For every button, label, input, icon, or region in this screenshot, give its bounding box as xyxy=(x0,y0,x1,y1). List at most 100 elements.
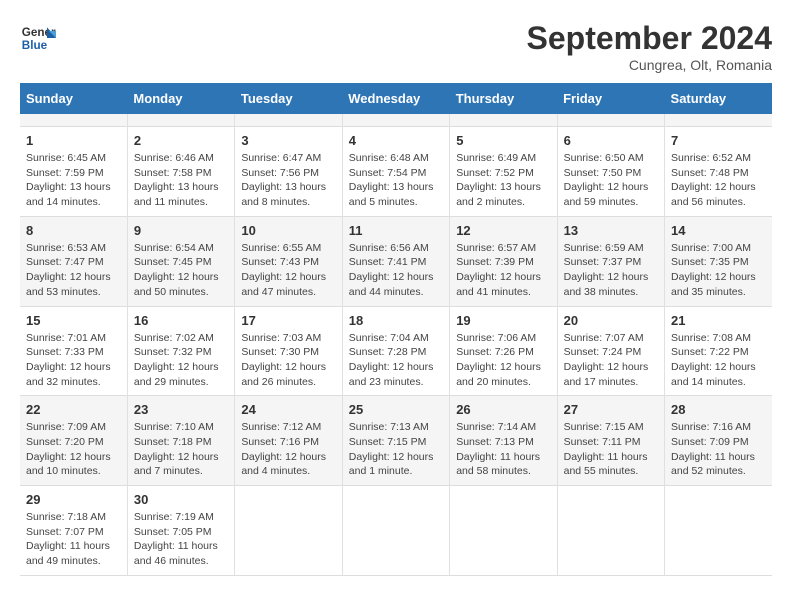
calendar-day-12: 12 Sunrise: 6:57 AM Sunset: 7:39 PM Dayli… xyxy=(450,216,557,306)
calendar-day-24: 24 Sunrise: 7:12 AM Sunset: 7:16 PM Dayli… xyxy=(235,396,342,486)
calendar-day-13: 13 Sunrise: 6:59 AM Sunset: 7:37 PM Dayli… xyxy=(557,216,664,306)
empty-day-cell xyxy=(450,486,557,576)
calendar-week-row: 1Sunrise: 6:45 AM Sunset: 7:59 PM Daylig… xyxy=(20,127,772,217)
calendar-week-row: 15Sunrise: 7:01 AM Sunset: 7:33 PM Dayli… xyxy=(20,306,772,396)
calendar-week-row: 29 Sunrise: 7:18 AM Sunset: 7:07 PM Dayli… xyxy=(20,486,772,576)
day-number: 23 xyxy=(134,402,228,417)
day-number: 4 xyxy=(349,133,443,148)
empty-day-cell xyxy=(557,114,664,127)
day-info: Sunrise: 7:15 AM Sunset: 7:11 PM Dayligh… xyxy=(564,420,658,479)
calendar-day-11: 11Sunrise: 6:56 AM Sunset: 7:41 PM Dayli… xyxy=(342,216,449,306)
empty-day-cell xyxy=(557,486,664,576)
title-section: September 2024 Cungrea, Olt, Romania xyxy=(527,20,772,73)
day-info: Sunrise: 7:03 AM Sunset: 7:30 PM Dayligh… xyxy=(241,331,335,390)
calendar-day-10: 10 Sunrise: 6:55 AM Sunset: 7:43 PM Dayli… xyxy=(235,216,342,306)
day-number: 13 xyxy=(564,223,658,238)
day-number: 17 xyxy=(241,313,335,328)
day-info: Sunrise: 6:46 AM Sunset: 7:58 PM Dayligh… xyxy=(134,151,228,210)
day-info: Sunrise: 7:10 AM Sunset: 7:18 PM Dayligh… xyxy=(134,420,228,479)
day-number: 15 xyxy=(26,313,121,328)
day-info: Sunrise: 7:14 AM Sunset: 7:13 PM Dayligh… xyxy=(456,420,550,479)
day-info: Sunrise: 6:54 AM Sunset: 7:45 PM Dayligh… xyxy=(134,241,228,300)
calendar-day-21: 21 Sunrise: 7:08 AM Sunset: 7:22 PM Dayli… xyxy=(665,306,772,396)
day-number: 26 xyxy=(456,402,550,417)
calendar-day-26: 26 Sunrise: 7:14 AM Sunset: 7:13 PM Dayli… xyxy=(450,396,557,486)
calendar-day-27: 27 Sunrise: 7:15 AM Sunset: 7:11 PM Dayli… xyxy=(557,396,664,486)
calendar-day-8: 8Sunrise: 6:53 AM Sunset: 7:47 PM Daylig… xyxy=(20,216,127,306)
calendar-day-25: 25Sunrise: 7:13 AM Sunset: 7:15 PM Dayli… xyxy=(342,396,449,486)
empty-day-cell xyxy=(665,486,772,576)
calendar-day-23: 23 Sunrise: 7:10 AM Sunset: 7:18 PM Dayli… xyxy=(127,396,234,486)
location: Cungrea, Olt, Romania xyxy=(527,57,772,73)
calendar-week-row: 22 Sunrise: 7:09 AM Sunset: 7:20 PM Dayli… xyxy=(20,396,772,486)
day-info: Sunrise: 7:04 AM Sunset: 7:28 PM Dayligh… xyxy=(349,331,443,390)
day-number: 20 xyxy=(564,313,658,328)
day-number: 24 xyxy=(241,402,335,417)
day-number: 22 xyxy=(26,402,121,417)
weekday-header-sunday: Sunday xyxy=(20,83,127,114)
calendar-day-7: 7 Sunrise: 6:52 AM Sunset: 7:48 PM Daylig… xyxy=(665,127,772,217)
calendar-day-4: 4 Sunrise: 6:48 AM Sunset: 7:54 PM Daylig… xyxy=(342,127,449,217)
day-info: Sunrise: 6:59 AM Sunset: 7:37 PM Dayligh… xyxy=(564,241,658,300)
day-number: 7 xyxy=(671,133,766,148)
empty-day-cell xyxy=(20,114,127,127)
day-number: 6 xyxy=(564,133,658,148)
day-number: 16 xyxy=(134,313,228,328)
calendar-day-1: 1Sunrise: 6:45 AM Sunset: 7:59 PM Daylig… xyxy=(20,127,127,217)
day-number: 5 xyxy=(456,133,550,148)
empty-day-cell xyxy=(450,114,557,127)
day-info: Sunrise: 7:12 AM Sunset: 7:16 PM Dayligh… xyxy=(241,420,335,479)
logo-icon: General Blue xyxy=(20,20,56,56)
weekday-header-thursday: Thursday xyxy=(450,83,557,114)
calendar-day-2: 2Sunrise: 6:46 AM Sunset: 7:58 PM Daylig… xyxy=(127,127,234,217)
calendar-day-19: 19Sunrise: 7:06 AM Sunset: 7:26 PM Dayli… xyxy=(450,306,557,396)
day-info: Sunrise: 6:53 AM Sunset: 7:47 PM Dayligh… xyxy=(26,241,121,300)
day-info: Sunrise: 7:08 AM Sunset: 7:22 PM Dayligh… xyxy=(671,331,766,390)
day-info: Sunrise: 7:16 AM Sunset: 7:09 PM Dayligh… xyxy=(671,420,766,479)
day-info: Sunrise: 6:57 AM Sunset: 7:39 PM Dayligh… xyxy=(456,241,550,300)
day-number: 1 xyxy=(26,133,121,148)
calendar-week-row: 8Sunrise: 6:53 AM Sunset: 7:47 PM Daylig… xyxy=(20,216,772,306)
day-number: 28 xyxy=(671,402,766,417)
calendar-day-5: 5 Sunrise: 6:49 AM Sunset: 7:52 PM Daylig… xyxy=(450,127,557,217)
empty-day-cell xyxy=(665,114,772,127)
day-info: Sunrise: 7:06 AM Sunset: 7:26 PM Dayligh… xyxy=(456,331,550,390)
calendar-day-17: 17 Sunrise: 7:03 AM Sunset: 7:30 PM Dayli… xyxy=(235,306,342,396)
page-header: General Blue September 2024 Cungrea, Olt… xyxy=(20,20,772,73)
weekday-header-monday: Monday xyxy=(127,83,234,114)
day-info: Sunrise: 6:47 AM Sunset: 7:56 PM Dayligh… xyxy=(241,151,335,210)
day-number: 12 xyxy=(456,223,550,238)
day-number: 3 xyxy=(241,133,335,148)
day-info: Sunrise: 6:55 AM Sunset: 7:43 PM Dayligh… xyxy=(241,241,335,300)
day-number: 25 xyxy=(349,402,443,417)
day-number: 30 xyxy=(134,492,228,507)
day-number: 18 xyxy=(349,313,443,328)
weekday-header-wednesday: Wednesday xyxy=(342,83,449,114)
day-info: Sunrise: 7:07 AM Sunset: 7:24 PM Dayligh… xyxy=(564,331,658,390)
day-info: Sunrise: 7:19 AM Sunset: 7:05 PM Dayligh… xyxy=(134,510,228,569)
day-info: Sunrise: 7:09 AM Sunset: 7:20 PM Dayligh… xyxy=(26,420,121,479)
day-info: Sunrise: 6:56 AM Sunset: 7:41 PM Dayligh… xyxy=(349,241,443,300)
day-number: 29 xyxy=(26,492,121,507)
calendar-day-16: 16 Sunrise: 7:02 AM Sunset: 7:32 PM Dayli… xyxy=(127,306,234,396)
empty-day-cell xyxy=(235,486,342,576)
calendar-day-9: 9Sunrise: 6:54 AM Sunset: 7:45 PM Daylig… xyxy=(127,216,234,306)
calendar-day-22: 22 Sunrise: 7:09 AM Sunset: 7:20 PM Dayli… xyxy=(20,396,127,486)
day-number: 10 xyxy=(241,223,335,238)
weekday-header-row: SundayMondayTuesdayWednesdayThursdayFrid… xyxy=(20,83,772,114)
day-info: Sunrise: 6:52 AM Sunset: 7:48 PM Dayligh… xyxy=(671,151,766,210)
day-info: Sunrise: 6:50 AM Sunset: 7:50 PM Dayligh… xyxy=(564,151,658,210)
logo: General Blue xyxy=(20,20,56,56)
day-info: Sunrise: 7:18 AM Sunset: 7:07 PM Dayligh… xyxy=(26,510,121,569)
day-info: Sunrise: 6:49 AM Sunset: 7:52 PM Dayligh… xyxy=(456,151,550,210)
day-info: Sunrise: 6:48 AM Sunset: 7:54 PM Dayligh… xyxy=(349,151,443,210)
day-number: 27 xyxy=(564,402,658,417)
day-info: Sunrise: 7:02 AM Sunset: 7:32 PM Dayligh… xyxy=(134,331,228,390)
day-number: 21 xyxy=(671,313,766,328)
calendar-day-15: 15Sunrise: 7:01 AM Sunset: 7:33 PM Dayli… xyxy=(20,306,127,396)
weekday-header-tuesday: Tuesday xyxy=(235,83,342,114)
calendar-day-18: 18 Sunrise: 7:04 AM Sunset: 7:28 PM Dayli… xyxy=(342,306,449,396)
empty-day-cell xyxy=(342,486,449,576)
calendar-table: SundayMondayTuesdayWednesdayThursdayFrid… xyxy=(20,83,772,576)
calendar-day-6: 6 Sunrise: 6:50 AM Sunset: 7:50 PM Daylig… xyxy=(557,127,664,217)
